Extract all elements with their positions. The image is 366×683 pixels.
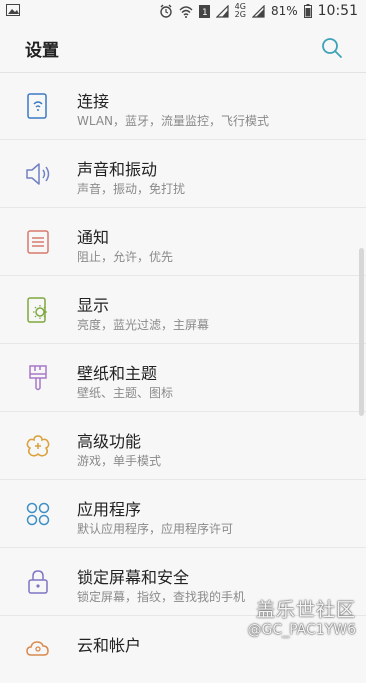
page-title: 设置 (25, 41, 59, 61)
status-bar: 1 4G 2G 81% 10:51 (0, 0, 366, 24)
settings-item-display[interactable]: 显示 亮度，蓝光过滤，主屏幕 (0, 276, 366, 344)
settings-item-wallpapers-themes[interactable]: 壁纸和主题 壁纸、主题、图标 (0, 344, 366, 412)
network-type-icon: 4G 2G (234, 2, 246, 19)
settings-item-title: 应用程序 (77, 500, 142, 519)
watermark-user: @GC_PAC1YW6 (247, 622, 357, 638)
gallery-notification-icon (6, 4, 20, 16)
settings-item-title: 壁纸和主题 (77, 364, 158, 383)
svg-text:1: 1 (202, 8, 208, 18)
scroll-handle[interactable] (359, 248, 364, 416)
settings-item-title: 锁定屏幕和安全 (77, 568, 190, 587)
advanced-icon (24, 432, 52, 460)
signal-strength-icon (215, 4, 229, 18)
battery-percent: 81% (270, 4, 298, 18)
wifi-icon (179, 5, 193, 18)
sim1-icon: 1 (198, 4, 210, 18)
lock-icon (24, 568, 52, 596)
watermark-site: 盖乐世社区 (255, 599, 356, 621)
settings-item-subtitle: WLAN，蓝牙，流量监控，飞行模式 (77, 114, 270, 128)
alarm-icon (159, 4, 173, 18)
battery-icon (303, 4, 312, 18)
settings-item-advanced-features[interactable]: 高级功能 游戏，单手模式 (0, 412, 366, 480)
settings-item-title: 连接 (77, 92, 110, 111)
settings-item-subtitle: 锁定屏幕，指纹，查找我的手机 (77, 590, 246, 604)
connection-icon (24, 92, 52, 120)
settings-item-subtitle: 壁纸、主题、图标 (77, 386, 174, 400)
cloud-account-icon (24, 636, 52, 664)
settings-item-subtitle: 亮度，蓝光过滤，主屏幕 (77, 318, 210, 332)
settings-item-subtitle: 游戏，单手模式 (77, 454, 162, 468)
brush-icon (24, 364, 52, 392)
display-icon (24, 296, 52, 324)
settings-item-apps[interactable]: 应用程序 默认应用程序，应用程序许可 (0, 480, 366, 548)
settings-item-subtitle: 默认应用程序，应用程序许可 (77, 522, 234, 536)
watermark: 盖乐世社区 @GC_PAC1YW6 (248, 595, 357, 638)
settings-item-title: 高级功能 (77, 432, 142, 451)
settings-item-connections[interactable]: 连接 WLAN，蓝牙，流量监控，飞行模式 (0, 72, 366, 140)
settings-item-title: 通知 (77, 228, 110, 247)
settings-item-subtitle: 声音，振动，免打扰 (77, 182, 186, 196)
settings-list: 连接 WLAN，蓝牙，流量监控，飞行模式 声音和振动 声音，振动，免打扰 通知 … (0, 72, 366, 683)
apps-icon (24, 500, 52, 528)
settings-item-sounds[interactable]: 声音和振动 声音，振动，免打扰 (0, 140, 366, 208)
clock: 10:51 (317, 3, 358, 19)
settings-item-subtitle: 阻止，允许，优先 (77, 250, 174, 264)
settings-item-title: 云和帐户 (77, 636, 142, 655)
signal-strength-2-icon (251, 4, 265, 18)
settings-item-title: 声音和振动 (77, 160, 158, 179)
notification-icon (24, 228, 52, 256)
settings-item-title: 显示 (77, 296, 110, 315)
settings-item-notifications[interactable]: 通知 阻止，允许，优先 (0, 208, 366, 276)
speaker-icon (24, 160, 52, 188)
app-header: 设置 (0, 24, 366, 73)
search-icon[interactable] (321, 37, 343, 59)
